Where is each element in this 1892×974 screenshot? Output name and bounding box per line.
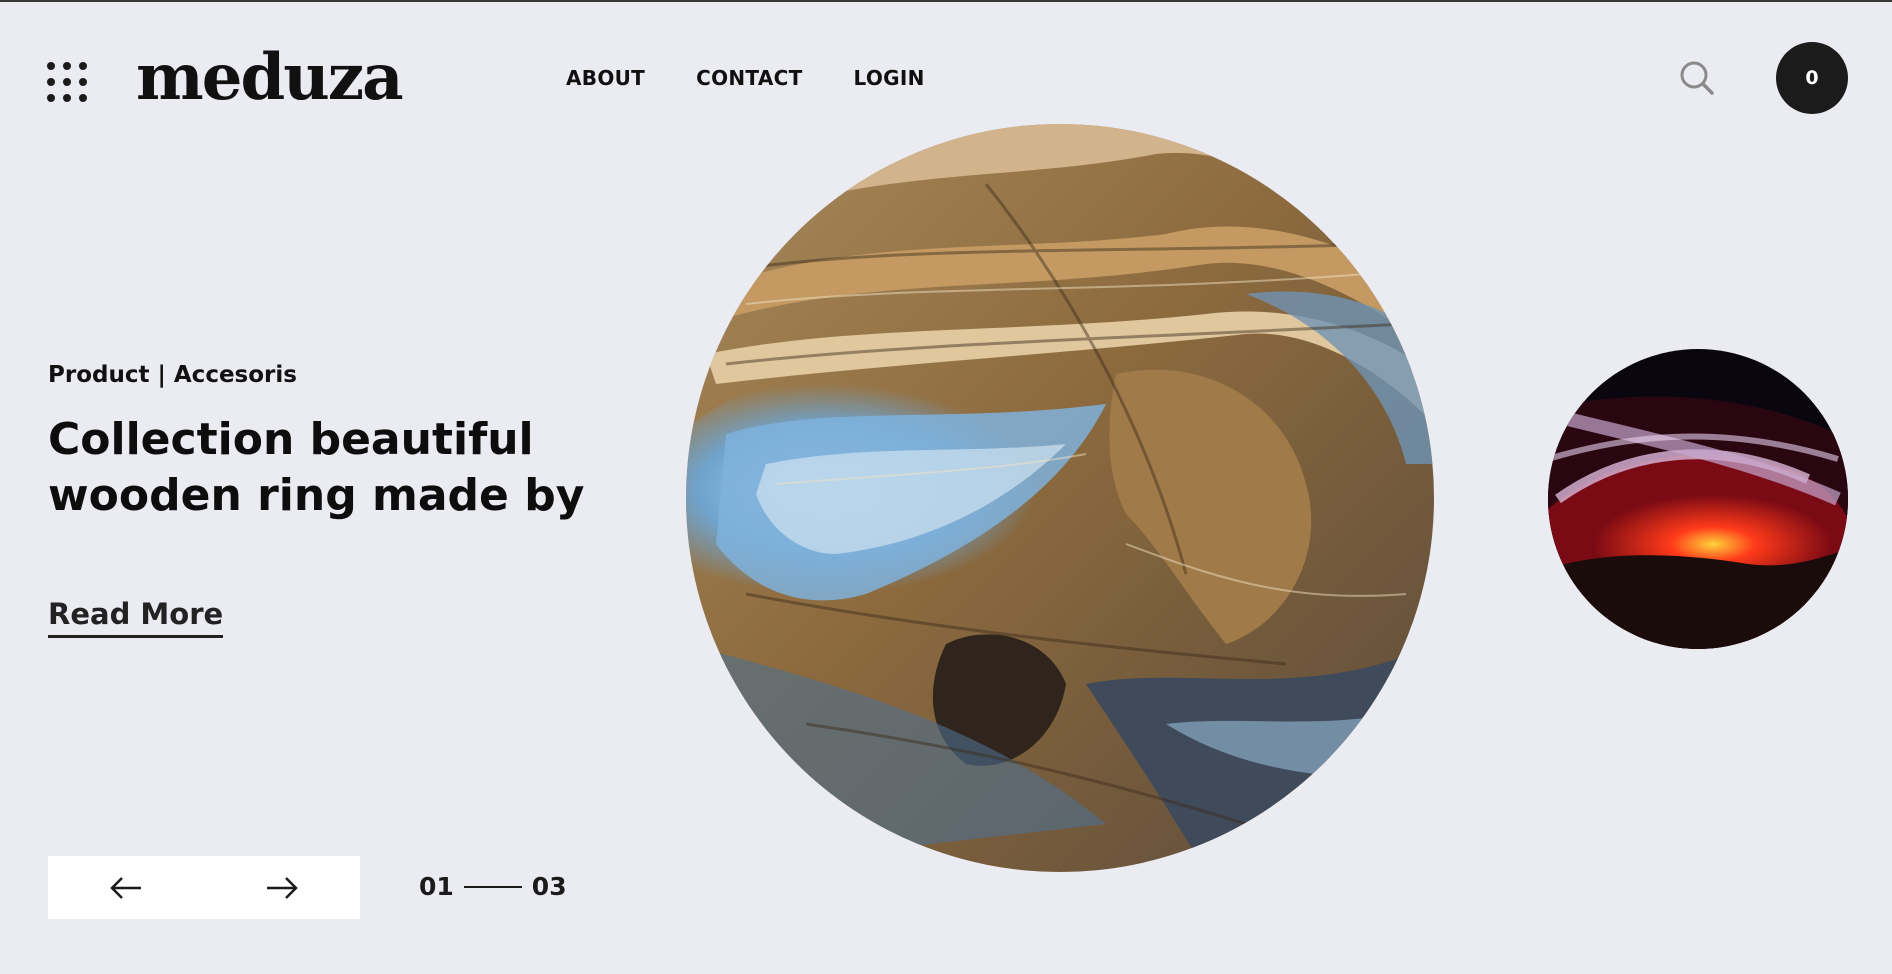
slide-current: 01 (419, 872, 454, 901)
hero-image-canyon (1548, 349, 1848, 649)
main-nav: ABOUT CONTACT LOGIN (566, 64, 925, 92)
slide-counter: 01 03 (419, 872, 567, 901)
prev-arrow-icon[interactable] (102, 868, 150, 908)
cart-count: 0 (1805, 67, 1819, 89)
read-more-link[interactable]: Read More (48, 595, 224, 638)
slider-arrows (48, 856, 360, 919)
logo[interactable]: meduza (136, 38, 404, 118)
slide-total: 03 (531, 872, 567, 901)
hero-title-line-1: Collection beautiful (48, 414, 534, 465)
counter-divider (463, 885, 522, 888)
nav-link-contact[interactable]: CONTACT (696, 64, 802, 92)
grid-menu-icon[interactable] (47, 62, 95, 110)
search-icon[interactable] (1678, 59, 1716, 97)
hero-title: Collection beautiful wooden ring made by (48, 412, 668, 524)
breadcrumb: Product | Accesoris (48, 362, 297, 388)
nav-link-about[interactable]: ABOUT (566, 64, 645, 92)
cart-button[interactable]: 0 (1776, 42, 1848, 114)
nav-link-login[interactable]: LOGIN (854, 64, 925, 92)
hero-image-wood (686, 124, 1434, 872)
hero-title-line-2: wooden ring made by (48, 470, 585, 521)
next-arrow-icon[interactable] (258, 868, 306, 908)
